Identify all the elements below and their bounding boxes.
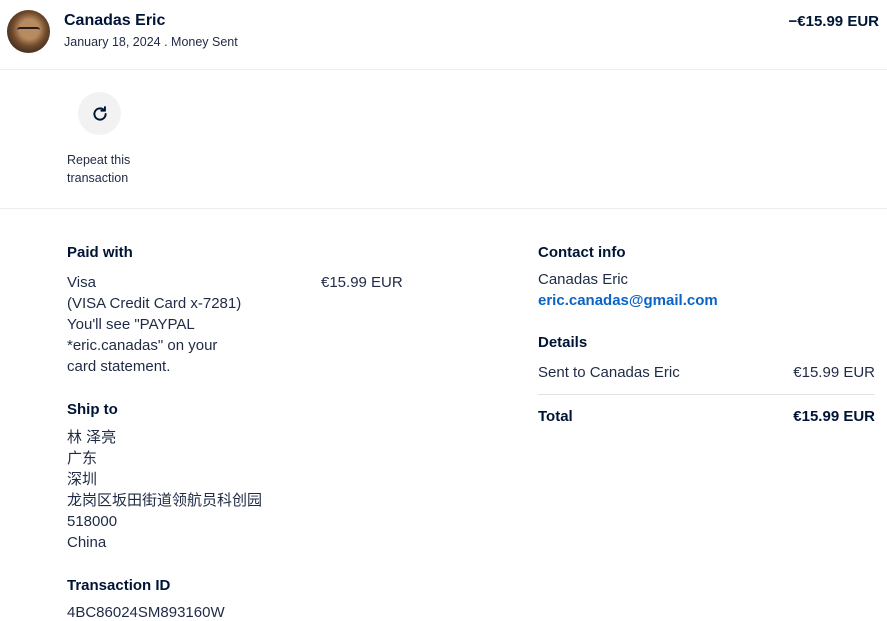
- transaction-id: 4BC86024SM893160W: [67, 604, 225, 621]
- subline-separator: .: [160, 35, 172, 49]
- address-line: 林 泽亮: [67, 429, 117, 446]
- avatar: [7, 10, 50, 53]
- address-line: China: [67, 534, 107, 551]
- address-line: 深圳: [67, 471, 98, 488]
- details-heading: Details: [538, 334, 588, 351]
- address-line: 龙岗区坂田街道领航员科创园: [67, 492, 263, 509]
- repeat-section: Repeat this transaction: [0, 70, 887, 209]
- avatar-glasses: [17, 27, 40, 35]
- sent-to-label: Sent to Canadas Eric: [538, 364, 680, 381]
- transaction-subline: January 18, 2024 . Money Sent: [64, 35, 238, 49]
- contact-name: Canadas Eric: [538, 271, 629, 288]
- payment-line: You'll see "PAYPAL: [67, 316, 195, 333]
- address-line: 广东: [67, 450, 98, 467]
- total-amount: €15.99 EUR: [793, 408, 875, 425]
- sent-to-amount: €15.99 EUR: [793, 364, 875, 381]
- paid-with-heading: Paid with: [67, 244, 133, 261]
- repeat-transaction-button[interactable]: [78, 92, 121, 135]
- paid-with-amount: €15.99 EUR: [321, 274, 403, 291]
- address-line: 518000: [67, 513, 118, 530]
- contact-email-link[interactable]: eric.canadas@gmail.com: [538, 292, 718, 309]
- repeat-label-line2: transaction: [67, 171, 129, 185]
- payment-line: card statement.: [67, 358, 171, 375]
- recipient-name: Canadas Eric: [64, 12, 166, 29]
- payment-line: Visa: [67, 274, 96, 291]
- contact-info-heading: Contact info: [538, 244, 626, 261]
- payment-line: (VISA Credit Card x-7281): [67, 295, 242, 312]
- details-divider: [538, 394, 875, 395]
- repeat-transaction-label[interactable]: Repeat this transaction: [67, 151, 147, 187]
- transaction-type: Money Sent: [171, 35, 238, 49]
- total-label: Total: [538, 408, 573, 425]
- transaction-date: January 18, 2024: [64, 35, 161, 49]
- shipping-address: 林 泽亮 广东 深圳 龙岗区坂田街道领航员科创园 518000 China: [67, 427, 327, 553]
- transaction-header: Canadas Eric January 18, 2024 . Money Se…: [0, 0, 887, 70]
- transaction-details-page: Canadas Eric January 18, 2024 . Money Se…: [0, 0, 887, 621]
- payment-line: *eric.canadas" on your: [67, 337, 218, 354]
- transaction-id-heading: Transaction ID: [67, 577, 171, 594]
- transaction-amount: −€15.99 EUR: [788, 13, 879, 30]
- payment-method: Visa (VISA Credit Card x-7281) You'll se…: [67, 272, 307, 377]
- repeat-label-line1: Repeat this: [67, 153, 131, 167]
- refresh-icon: [92, 105, 107, 121]
- ship-to-heading: Ship to: [67, 401, 118, 418]
